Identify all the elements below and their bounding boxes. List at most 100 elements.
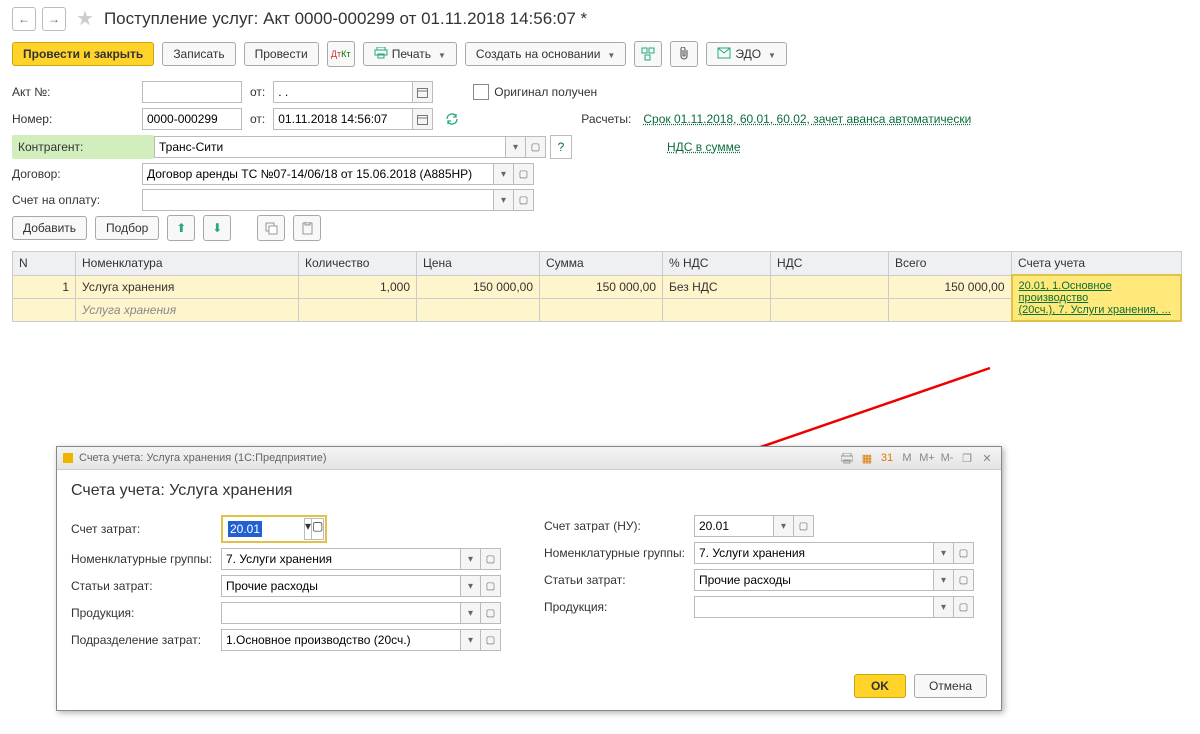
- open-icon[interactable]: ▢: [481, 575, 501, 597]
- dropdown-icon[interactable]: ▾: [934, 596, 954, 618]
- open-icon[interactable]: ▢: [954, 569, 974, 591]
- attachment-icon[interactable]: [670, 41, 698, 67]
- dropdown-icon[interactable]: ▾: [461, 629, 481, 651]
- open-icon[interactable]: ▢: [312, 518, 324, 540]
- dlg-print-icon[interactable]: [839, 450, 855, 466]
- paste-icon[interactable]: [293, 215, 321, 241]
- number-date-input[interactable]: [273, 108, 413, 130]
- pick-button[interactable]: Подбор: [95, 216, 159, 240]
- cell-accounts[interactable]: 20.01, 1.Основное производство (20сч.), …: [1012, 275, 1182, 321]
- product-nu-label: Продукция:: [544, 600, 694, 614]
- nomen-grp-input[interactable]: [221, 548, 461, 570]
- create-based-button[interactable]: Создать на основании: [465, 42, 626, 66]
- nds-link[interactable]: НДС в сумме: [667, 140, 741, 154]
- col-nds-pct[interactable]: % НДС: [663, 252, 771, 276]
- open-icon[interactable]: ▢: [954, 542, 974, 564]
- dlg-mplus-icon[interactable]: M+: [919, 450, 935, 466]
- nomen-grp-nu-input[interactable]: [694, 542, 934, 564]
- edo-icon: [717, 47, 731, 62]
- table-row[interactable]: 1 Услуга хранения 1,000 150 000,00 150 0…: [13, 275, 1182, 298]
- dropdown-icon[interactable]: ▾: [461, 602, 481, 624]
- add-row-button[interactable]: Добавить: [12, 216, 87, 240]
- structure-icon[interactable]: [634, 41, 662, 67]
- favorite-star-icon[interactable]: ★: [76, 6, 94, 31]
- accounts-dialog: Счета учета: Услуга хранения (1С:Предпри…: [56, 446, 1002, 711]
- dropdown-icon[interactable]: ▾: [304, 518, 312, 540]
- product-nu-input[interactable]: [694, 596, 934, 618]
- open-icon[interactable]: ▢: [514, 163, 534, 185]
- calendar-icon[interactable]: [413, 108, 433, 130]
- open-icon[interactable]: ▢: [954, 596, 974, 618]
- product-input[interactable]: [221, 602, 461, 624]
- col-price[interactable]: Цена: [417, 252, 540, 276]
- dropdown-icon[interactable]: ▾: [506, 136, 526, 158]
- page-title: Поступление услуг: Акт 0000-000299 от 01…: [104, 9, 587, 29]
- edo-button[interactable]: ЭДО: [706, 42, 787, 66]
- move-up-icon[interactable]: ⬆: [167, 215, 195, 241]
- cost-item-nu-input[interactable]: [694, 569, 934, 591]
- dropdown-icon[interactable]: ▾: [934, 542, 954, 564]
- act-no-label: Акт №:: [12, 85, 142, 99]
- act-no-input[interactable]: [142, 81, 242, 103]
- copy-icon[interactable]: [257, 215, 285, 241]
- dropdown-icon[interactable]: ▾: [461, 548, 481, 570]
- post-and-close-button[interactable]: Провести и закрыть: [12, 42, 154, 66]
- open-icon[interactable]: ▢: [794, 515, 814, 537]
- dropdown-icon[interactable]: ▾: [774, 515, 794, 537]
- calendar-icon[interactable]: [413, 81, 433, 103]
- dropdown-icon[interactable]: ▾: [461, 575, 481, 597]
- move-down-icon[interactable]: ⬇: [203, 215, 231, 241]
- open-icon[interactable]: ▢: [526, 136, 546, 158]
- dlg-close-icon[interactable]: ✕: [979, 450, 995, 466]
- col-n[interactable]: N: [13, 252, 76, 276]
- dropdown-icon[interactable]: ▾: [494, 189, 514, 211]
- calc-link[interactable]: Срок 01.11.2018, 60.01, 60.02, зачет ава…: [643, 112, 971, 126]
- invoice-input[interactable]: [142, 189, 494, 211]
- dlg-mminus-icon[interactable]: M-: [939, 450, 955, 466]
- original-received-checkbox[interactable]: Оригинал получен: [473, 84, 597, 100]
- post-button[interactable]: Провести: [244, 42, 319, 66]
- dlg-cal-icon[interactable]: ▦: [859, 450, 875, 466]
- contract-input[interactable]: [142, 163, 494, 185]
- calc-label: Расчеты:: [581, 112, 631, 126]
- open-icon[interactable]: ▢: [481, 629, 501, 651]
- refresh-icon[interactable]: [439, 107, 465, 131]
- cost-item-nu-label: Статьи затрат:: [544, 573, 694, 587]
- open-icon[interactable]: ▢: [514, 189, 534, 211]
- counterparty-label: Контрагент:: [12, 135, 154, 159]
- col-nomen[interactable]: Номенклатура: [76, 252, 299, 276]
- nav-fwd-button[interactable]: →: [42, 7, 66, 31]
- dialog-ok-button[interactable]: OK: [854, 674, 906, 698]
- col-total[interactable]: Всего: [889, 252, 1012, 276]
- printer-icon: [374, 47, 388, 62]
- cost-acc-nu-input[interactable]: [694, 515, 774, 537]
- act-date-input[interactable]: [273, 81, 413, 103]
- dlg-restore-icon[interactable]: ❐: [959, 450, 975, 466]
- nomen-grp-nu-label: Номенклатурные группы:: [544, 546, 694, 560]
- col-accounts[interactable]: Счета учета: [1012, 252, 1182, 276]
- counterparty-input[interactable]: [154, 136, 506, 158]
- dept-input[interactable]: [221, 629, 461, 651]
- open-icon[interactable]: ▢: [481, 602, 501, 624]
- dropdown-icon[interactable]: ▾: [934, 569, 954, 591]
- open-icon[interactable]: ▢: [481, 548, 501, 570]
- cell-nds-pct: Без НДС: [663, 275, 771, 298]
- print-button[interactable]: Печать: [363, 42, 457, 66]
- col-qty[interactable]: Количество: [299, 252, 417, 276]
- table-row-sub[interactable]: Услуга хранения: [13, 298, 1182, 321]
- cell-n: 1: [13, 275, 76, 298]
- dlg-cal2-icon[interactable]: 31: [879, 450, 895, 466]
- col-nds[interactable]: НДС: [771, 252, 889, 276]
- dropdown-icon[interactable]: ▾: [494, 163, 514, 185]
- dt-kt-icon[interactable]: ДтКт: [327, 41, 355, 67]
- col-sum[interactable]: Сумма: [540, 252, 663, 276]
- cost-acc-input[interactable]: 20.01: [228, 521, 262, 537]
- cost-item-input[interactable]: [221, 575, 461, 597]
- nav-back-button[interactable]: ←: [12, 7, 36, 31]
- dept-label: Подразделение затрат:: [71, 633, 221, 647]
- help-icon[interactable]: ?: [550, 135, 572, 159]
- save-button[interactable]: Записать: [162, 42, 235, 66]
- dialog-cancel-button[interactable]: Отмена: [914, 674, 987, 698]
- number-input[interactable]: [142, 108, 242, 130]
- dlg-m-icon[interactable]: M: [899, 450, 915, 466]
